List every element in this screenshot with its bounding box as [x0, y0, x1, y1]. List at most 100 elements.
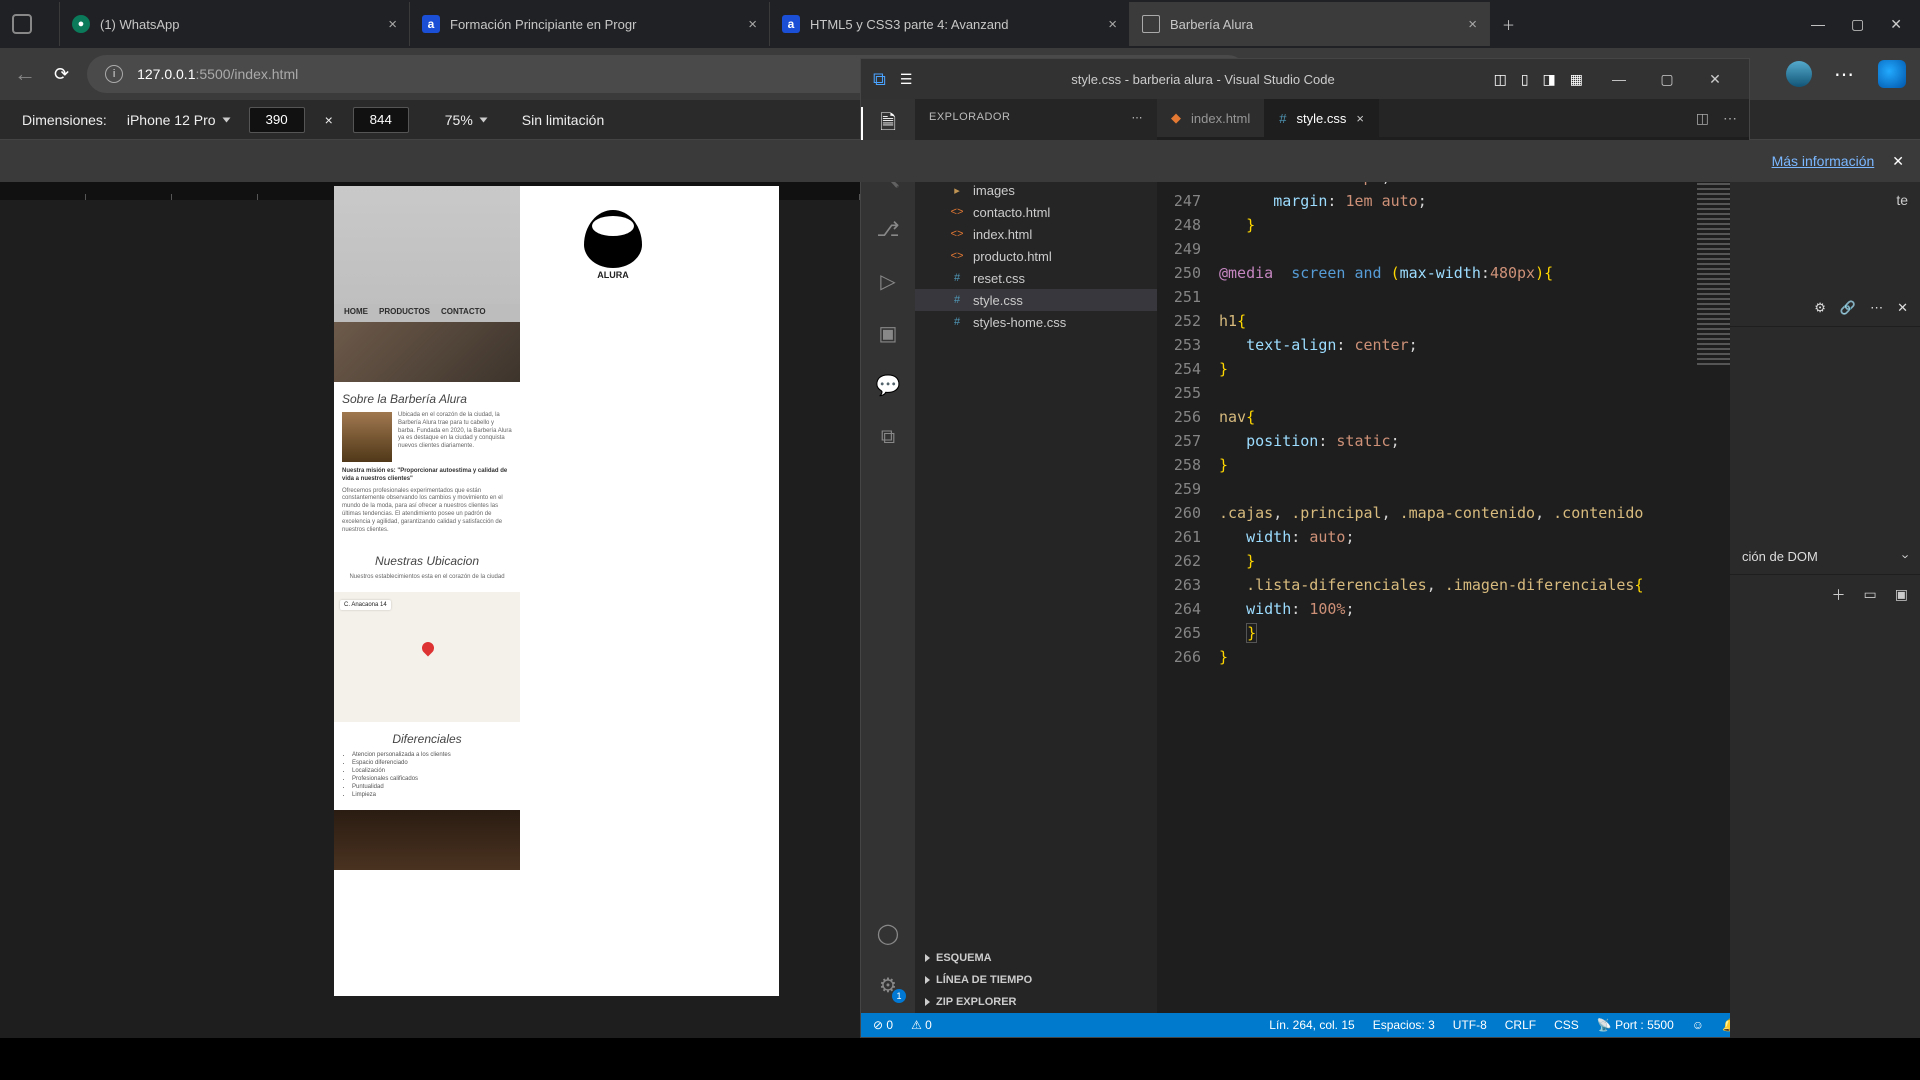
refresh-icon[interactable]: ⟳	[54, 64, 69, 85]
source-control-icon[interactable]: ⎇	[874, 215, 902, 243]
chevron-right-icon	[925, 976, 930, 984]
code-editor[interactable]: 246 247 248 249 250 251 252 253 254 255 …	[1157, 163, 1749, 1013]
tab-spaces[interactable]	[0, 2, 60, 46]
file-tree-item[interactable]: <>index.html	[915, 223, 1157, 245]
preview-about: Sobre la Barbería Alura Ubicada en el co…	[334, 382, 520, 544]
file-tree-item[interactable]: #styles-home.css	[915, 311, 1157, 333]
file-tree-item[interactable]: <>producto.html	[915, 245, 1157, 267]
layout-icon[interactable]: ▦	[1570, 71, 1583, 88]
device-icon[interactable]: ▭	[1864, 586, 1877, 603]
timeline-panel[interactable]: LÍNEA DE TIEMPO	[915, 969, 1157, 991]
close-icon[interactable]: ×	[1468, 16, 1477, 33]
vscode-titlebar[interactable]: ⧉ ☰ style.css - barberia alura - Visual …	[861, 59, 1749, 99]
outline-panel[interactable]: ESQUEMA	[915, 947, 1157, 969]
editor-tab-index[interactable]: ◆index.html	[1157, 99, 1265, 137]
menu-icon[interactable]: ☰	[900, 71, 913, 88]
device-select[interactable]: iPhone 12 Pro	[127, 112, 229, 128]
feedback-icon[interactable]: ☺	[1692, 1018, 1704, 1032]
explorer-icon[interactable]: 🗎	[874, 111, 902, 139]
back-icon[interactable]: ←	[14, 61, 36, 87]
box-icon[interactable]: ▣	[1895, 586, 1908, 603]
vscode-title: style.css - barberia alura - Visual Stud…	[926, 72, 1479, 87]
new-tab-button[interactable]: ＋	[1490, 2, 1540, 46]
close-icon[interactable]: ✕	[1897, 300, 1908, 316]
x-separator: ×	[325, 112, 333, 128]
file-tree-item[interactable]: <>contacto.html	[915, 201, 1157, 223]
browser-tab-barberia[interactable]: Barbería Alura ×	[1130, 2, 1490, 46]
tab-label: HTML5 y CSS3 parte 4: Avanzand	[810, 17, 1008, 32]
html-icon: <>	[949, 248, 965, 264]
chevron-down-icon	[222, 117, 230, 122]
close-icon[interactable]: ✕	[1892, 153, 1904, 170]
gear-icon[interactable]: ⚙1	[874, 971, 902, 999]
alura-icon: a	[782, 15, 800, 33]
zoom-select[interactable]: 75%	[445, 112, 486, 128]
tab-label: (1) WhatsApp	[100, 17, 179, 32]
zip-explorer-panel[interactable]: ZIP EXPLORER	[915, 991, 1157, 1013]
layout-icon[interactable]: ◨	[1543, 71, 1556, 88]
html-icon: ◆	[1171, 110, 1181, 126]
activity-bar: 🗎 🔍 ⎇ ▷ ▣ 💬 ⧉ ◯ ⚙1	[861, 99, 915, 1013]
maximize-icon[interactable]: ▢	[1645, 71, 1689, 88]
browser-tab-alura2[interactable]: a HTML5 y CSS3 parte 4: Avanzand ×	[770, 2, 1130, 46]
more-icon[interactable]: ⋯	[1132, 111, 1144, 124]
eol-info[interactable]: CRLF	[1505, 1018, 1536, 1032]
add-icon[interactable]: ＋	[1832, 585, 1846, 605]
browser-tab-alura1[interactable]: a Formación Principiante en Progr ×	[410, 2, 770, 46]
width-input[interactable]	[249, 107, 305, 133]
map-pin-icon	[420, 640, 437, 657]
warnings-count[interactable]: ⚠ 0	[911, 1018, 932, 1032]
css-icon: #	[949, 270, 965, 286]
folder-icon: ▸	[949, 182, 965, 198]
minimize-icon[interactable]: ―	[1811, 16, 1825, 33]
page-preview[interactable]: ALURA HOMEPRODUCTOSCONTACTO Sobre la Bar…	[334, 186, 779, 996]
more-icon[interactable]: ⋯	[1834, 62, 1856, 87]
file-tree-item[interactable]: #style.css	[915, 289, 1157, 311]
close-icon[interactable]: ×	[388, 16, 397, 33]
errors-count[interactable]: ⊘ 0	[873, 1018, 893, 1032]
close-icon[interactable]: ✕	[1693, 71, 1737, 88]
indent-info[interactable]: Espacios: 3	[1373, 1018, 1435, 1032]
more-icon[interactable]: ⋯	[1723, 110, 1737, 127]
run-debug-icon[interactable]: ▷	[874, 267, 902, 295]
height-input[interactable]	[353, 107, 409, 133]
info-icon[interactable]: i	[105, 65, 123, 83]
language-mode[interactable]: CSS	[1554, 1018, 1579, 1032]
file-tree-item[interactable]: #reset.css	[915, 267, 1157, 289]
bing-icon[interactable]	[1878, 60, 1906, 88]
terminal-icon[interactable]: ⧉	[874, 423, 902, 451]
dom-breakpoints-header[interactable]: ción de DOM	[1742, 549, 1818, 564]
extensions-icon[interactable]: ▣	[874, 319, 902, 347]
throttle-select[interactable]: Sin limitación	[522, 112, 604, 128]
more-icon[interactable]: ⋯	[1870, 300, 1883, 316]
document-icon	[1142, 15, 1160, 33]
close-icon[interactable]: ×	[748, 16, 757, 33]
layout-icon[interactable]: ◫	[1494, 71, 1507, 88]
editor-tab-style[interactable]: #style.css×	[1265, 99, 1379, 137]
encoding-info[interactable]: UTF-8	[1453, 1018, 1487, 1032]
link-icon[interactable]: 🔗	[1840, 300, 1856, 316]
profile-avatar[interactable]	[1786, 61, 1812, 87]
minimize-icon[interactable]: ―	[1597, 71, 1641, 88]
close-icon[interactable]: ×	[1356, 111, 1364, 126]
account-icon[interactable]: ◯	[874, 919, 902, 947]
chevron-right-icon[interactable]: ›	[1898, 554, 1913, 558]
split-editor-icon[interactable]: ◫	[1696, 110, 1709, 127]
close-window-icon[interactable]: ✕	[1890, 16, 1902, 33]
chat-icon[interactable]: 💬	[874, 371, 902, 399]
live-server-port[interactable]: 📡 Port : 5500	[1597, 1018, 1674, 1032]
file-tree-item[interactable]: ▸images	[915, 179, 1157, 201]
cursor-position[interactable]: Lín. 264, col. 15	[1269, 1018, 1354, 1032]
html-icon: <>	[949, 204, 965, 220]
gear-icon[interactable]: ⚙	[1814, 300, 1826, 316]
maximize-icon[interactable]: ▢	[1851, 16, 1864, 33]
explorer-sidebar: EXPLORADOR ⋯ BARBERIA ALURA ▸imag2▸image…	[915, 99, 1157, 1013]
editor-tabs: ◆index.html #style.css× ◫ ⋯	[1157, 99, 1749, 137]
more-info-link[interactable]: Más información	[1772, 153, 1875, 169]
preview-logo: ALURA	[520, 186, 706, 304]
tab-label: Formación Principiante en Progr	[450, 17, 636, 32]
close-icon[interactable]: ×	[1108, 16, 1117, 33]
status-bar: ⊘ 0 ⚠ 0 Lín. 264, col. 15 Espacios: 3 UT…	[861, 1013, 1749, 1037]
browser-tab-whatsapp[interactable]: ● (1) WhatsApp ×	[60, 2, 410, 46]
layout-icon[interactable]: ▯	[1521, 71, 1529, 88]
